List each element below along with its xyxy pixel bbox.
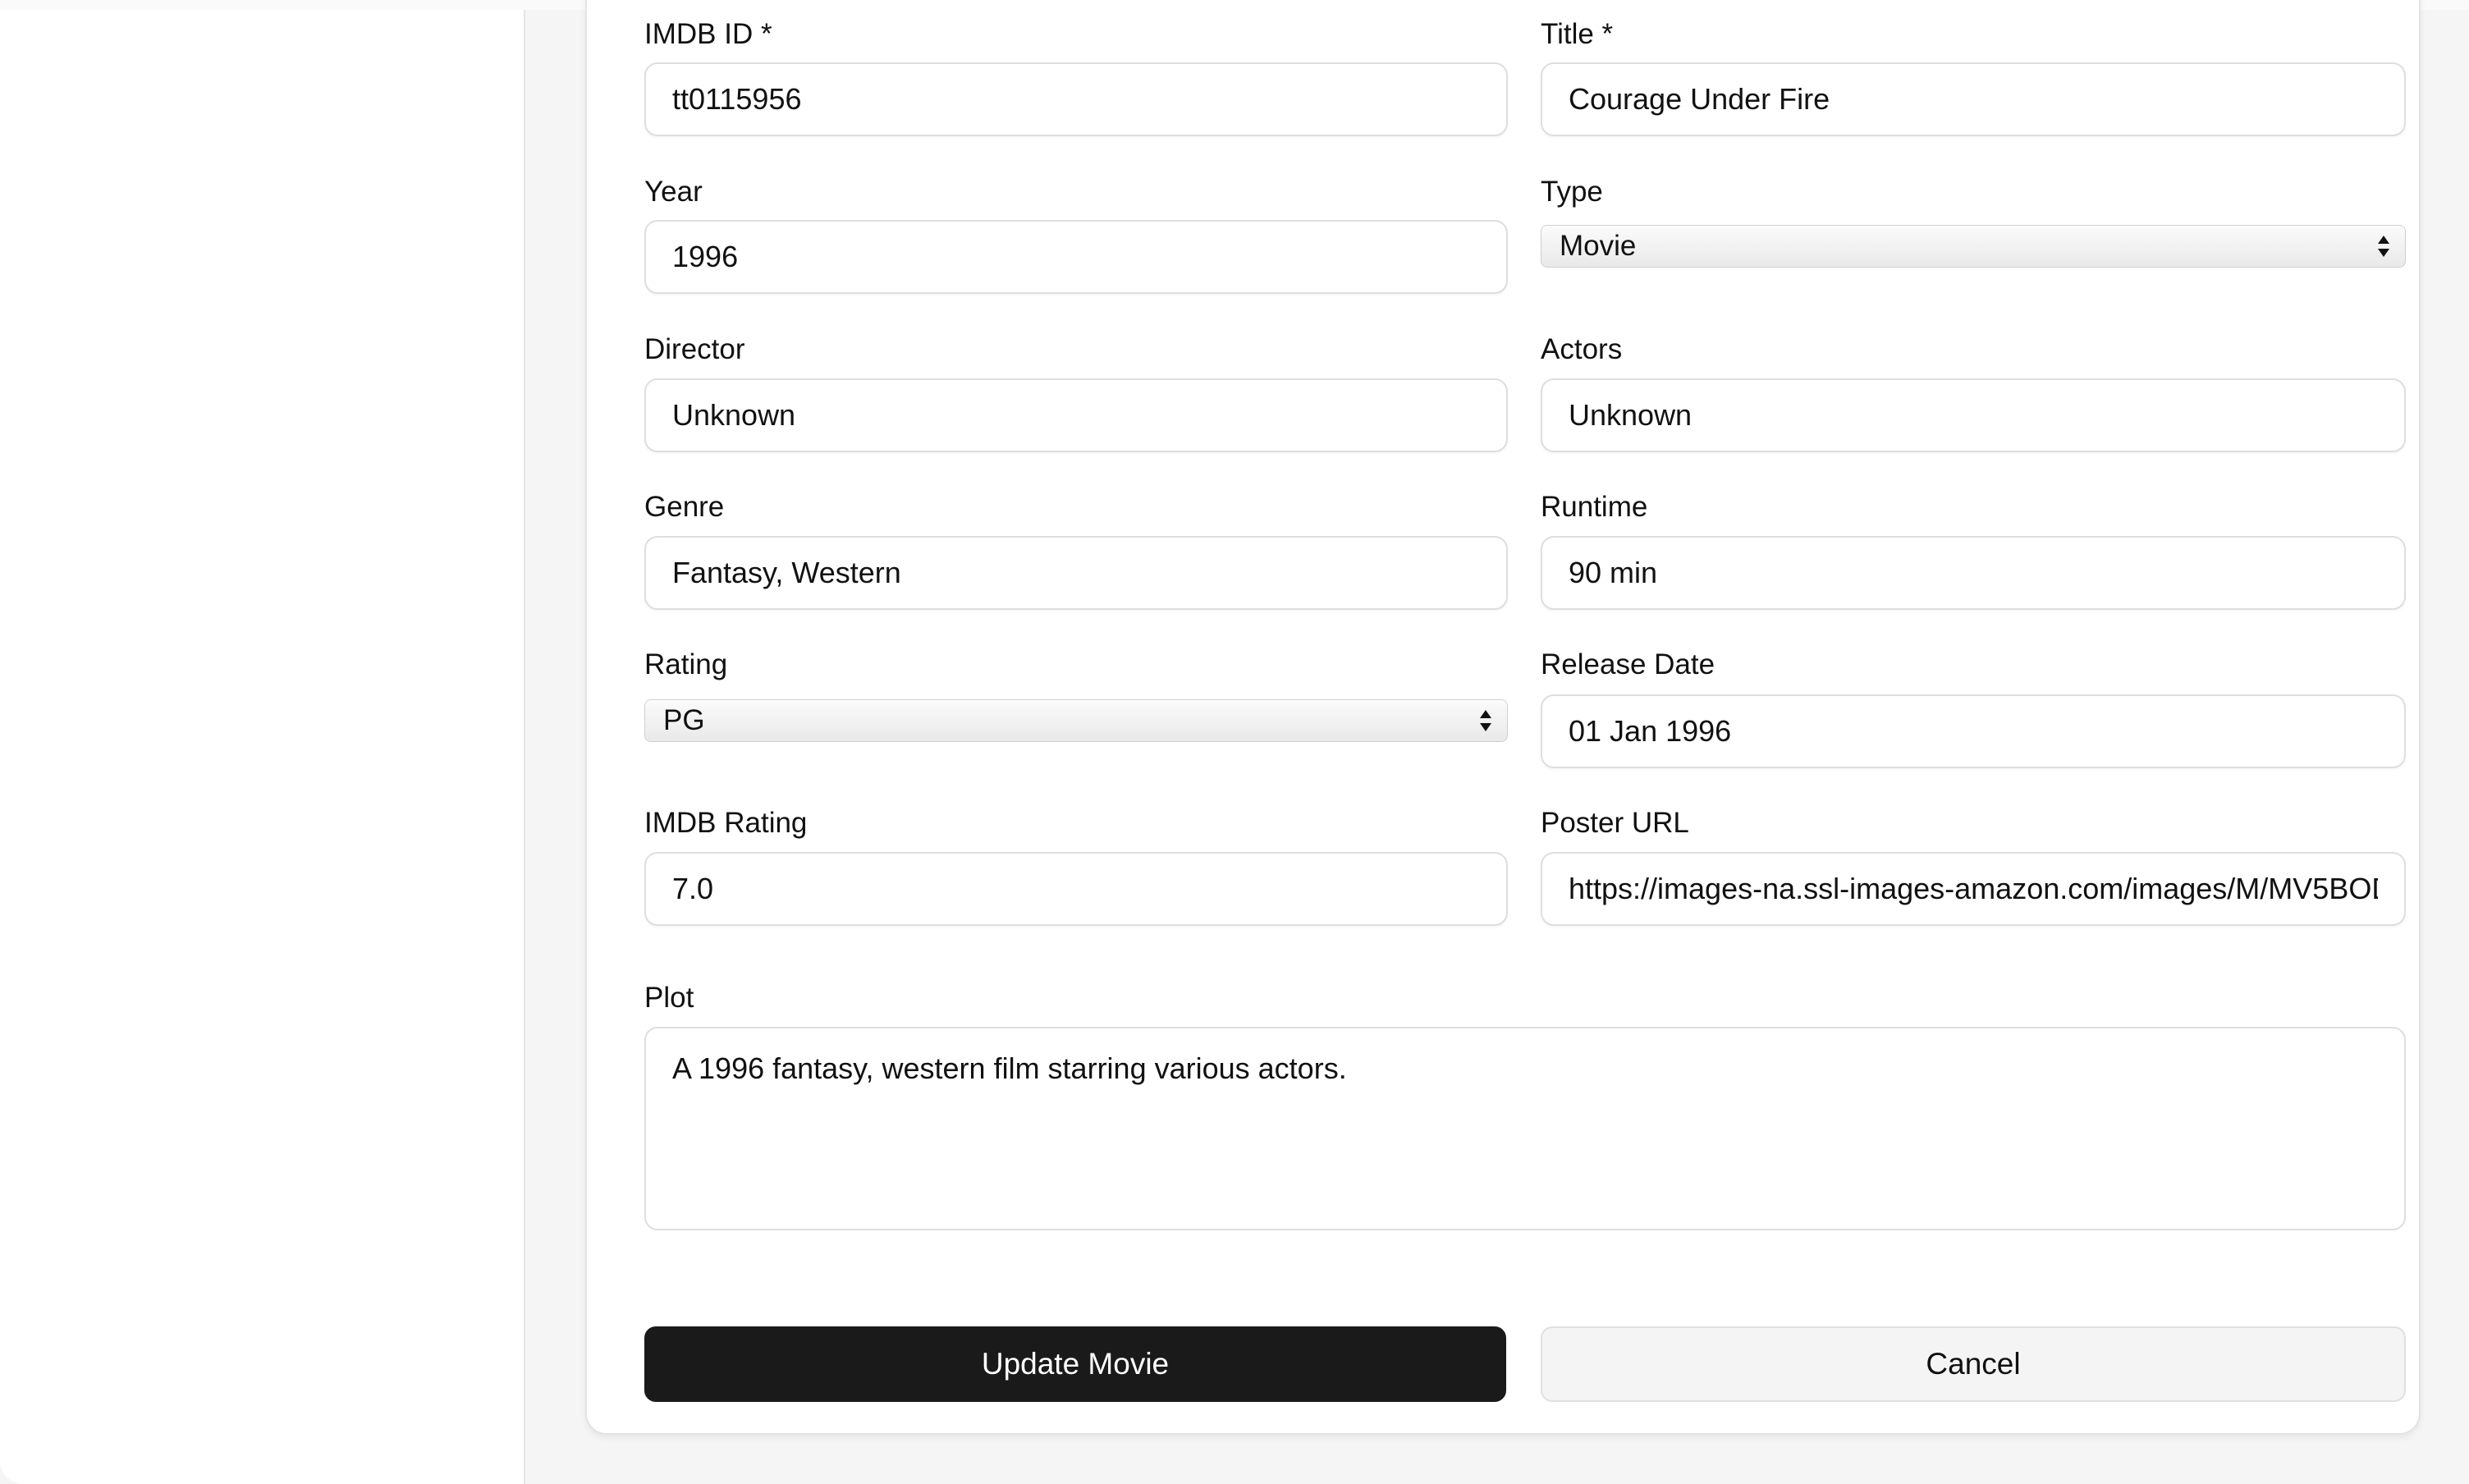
imdb-id-input[interactable] [644,62,1508,136]
rating-select-value: PG [663,704,705,736]
director-input[interactable] [644,378,1508,452]
update-movie-button[interactable]: Update Movie [644,1326,1506,1402]
type-select[interactable]: Movie [1541,225,2406,268]
genre-label: Genre [644,491,725,523]
rating-select[interactable]: PG [644,699,1508,742]
cancel-button[interactable]: Cancel [1541,1326,2406,1402]
runtime-label: Runtime [1541,491,1648,523]
genre-input[interactable] [644,536,1508,610]
actors-label: Actors [1541,333,1623,365]
release-date-label: Release Date [1541,648,1715,680]
title-input[interactable] [1541,62,2406,136]
updown-chevron-icon [1480,710,1491,731]
year-input[interactable] [644,220,1508,294]
director-label: Director [644,333,745,365]
updown-chevron-icon [2378,236,2389,257]
release-date-input[interactable] [1541,694,2406,768]
plot-label: Plot [644,982,694,1014]
runtime-input[interactable] [1541,536,2406,610]
sidebar [0,10,525,1484]
year-label: Year [644,176,703,208]
title-label: Title * [1541,18,1614,50]
rating-label: Rating [644,648,728,680]
plot-textarea[interactable]: A 1996 fantasy, western film starring va… [644,1027,2406,1230]
actors-input[interactable] [1541,378,2406,452]
poster-url-input[interactable] [1541,852,2406,926]
imdb-rating-label: IMDB Rating [644,807,808,839]
imdb-rating-input[interactable] [644,852,1508,926]
type-label: Type [1541,176,1603,208]
imdb-id-label: IMDB ID * [644,18,772,50]
type-select-value: Movie [1560,230,1637,262]
poster-url-label: Poster URL [1541,807,1689,839]
